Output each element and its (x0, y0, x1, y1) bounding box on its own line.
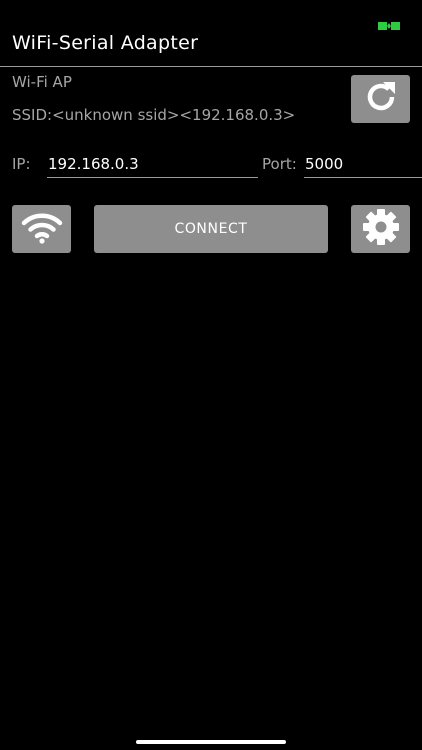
link-status-icon (378, 16, 400, 30)
gear-icon (361, 207, 401, 251)
page-title: WiFi-Serial Adapter (12, 32, 199, 54)
port-input[interactable]: 5000 (304, 150, 422, 178)
title-divider (0, 66, 422, 67)
ip-label: IP: (12, 155, 31, 173)
refresh-icon (361, 77, 401, 121)
port-label: Port: (262, 155, 297, 173)
settings-button[interactable] (351, 205, 410, 253)
ssid-label: SSID:<unknown ssid><192.168.0.3> (12, 106, 296, 124)
ip-input[interactable]: 192.168.0.3 (47, 150, 258, 178)
wifi-button[interactable] (12, 205, 71, 253)
wifi-icon (20, 209, 64, 249)
refresh-button[interactable] (351, 75, 410, 123)
wifi-mode-label: Wi-Fi AP (12, 73, 72, 91)
connect-button[interactable]: CONNECT (94, 205, 328, 253)
home-indicator[interactable] (136, 740, 286, 744)
